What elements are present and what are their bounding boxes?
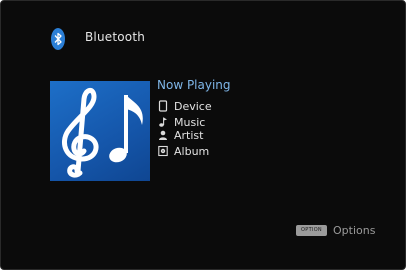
bluetooth-screen: Bluetooth Now Playing Device Music Artis… xyxy=(0,0,406,270)
screen-title: Bluetooth xyxy=(85,30,146,44)
device-icon xyxy=(158,100,168,112)
now-playing-heading: Now Playing xyxy=(157,78,231,92)
info-row-artist: Artist xyxy=(158,128,203,142)
option-button[interactable]: OPTION xyxy=(296,225,327,236)
album-label: Album xyxy=(174,144,210,158)
music-notes-artwork xyxy=(62,88,143,178)
album-icon xyxy=(158,145,168,157)
album-art xyxy=(50,81,150,181)
options-control[interactable]: OPTION Options xyxy=(296,224,375,237)
music-label: Music xyxy=(174,115,206,129)
device-label: Device xyxy=(174,99,212,113)
bluetooth-icon xyxy=(51,28,65,50)
info-row-album: Album xyxy=(158,144,209,158)
info-row-music: Music xyxy=(158,115,205,129)
music-note-icon xyxy=(159,117,167,127)
artist-label: Artist xyxy=(174,128,204,142)
info-row-device: Device xyxy=(158,99,212,113)
artist-icon xyxy=(159,130,167,140)
options-label: Options xyxy=(333,224,376,237)
